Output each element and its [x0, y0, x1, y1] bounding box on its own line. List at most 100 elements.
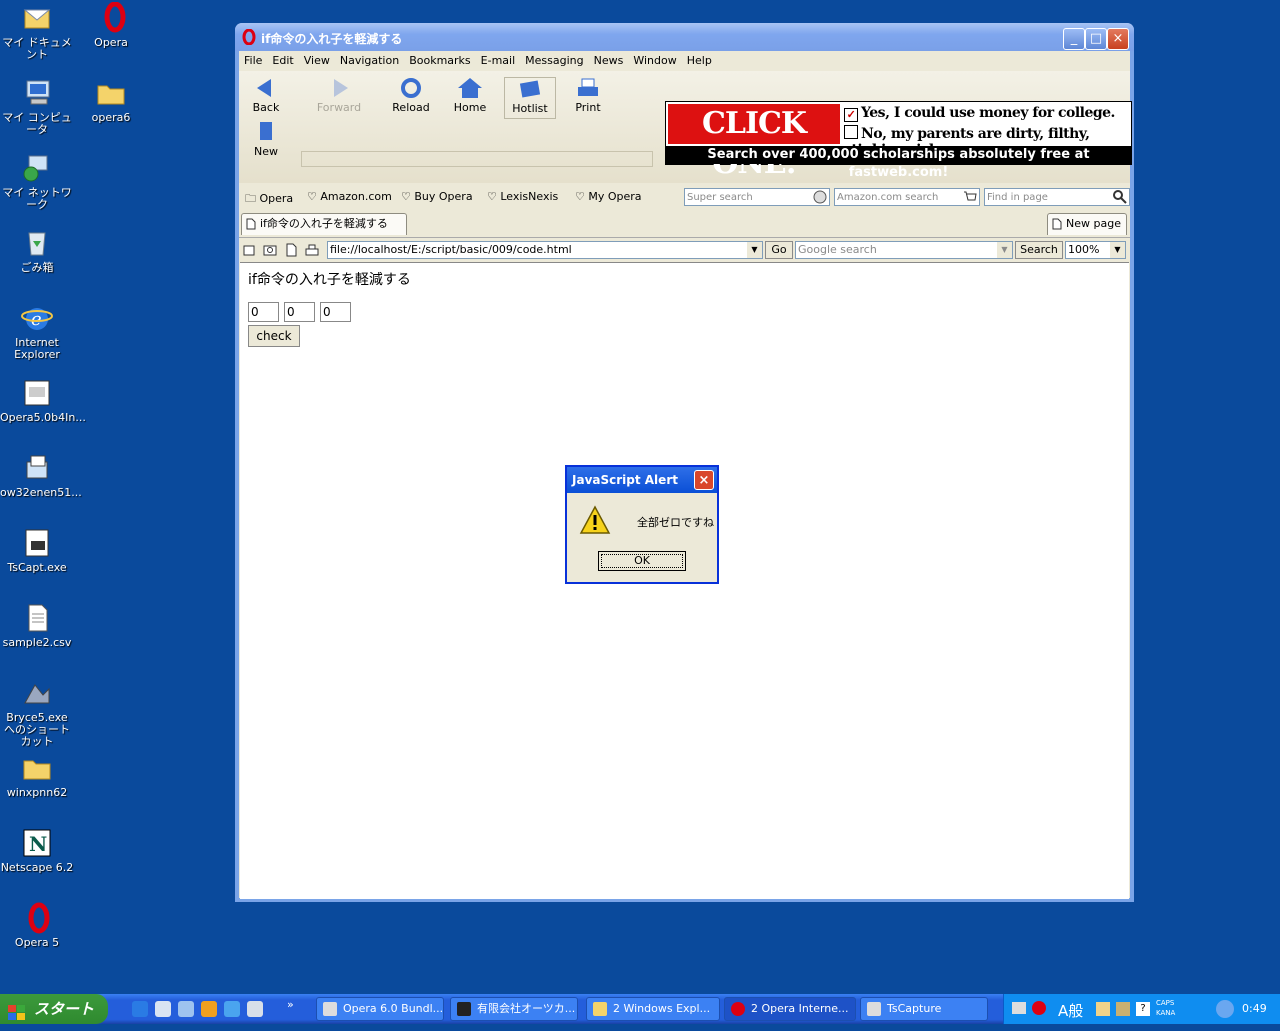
- ime-tool-icon[interactable]: [1096, 1002, 1110, 1016]
- quick-launch-expand-icon[interactable]: »: [287, 998, 294, 1011]
- print-button[interactable]: Print: [563, 77, 613, 114]
- zoom-select[interactable]: 100% ▼: [1065, 241, 1126, 259]
- amazon-search-input[interactable]: Amazon.com search: [834, 188, 980, 206]
- forward-button[interactable]: Forward: [314, 77, 364, 114]
- number-input-2[interactable]: [284, 302, 315, 322]
- menu-bookmarks[interactable]: Bookmarks: [404, 51, 475, 70]
- opera6-folder-icon[interactable]: opera6: [74, 77, 148, 124]
- sample-csv-icon[interactable]: sample2.csv: [0, 602, 74, 649]
- ie-logo-icon: e: [21, 302, 53, 334]
- close-button[interactable]: ×: [1107, 28, 1129, 50]
- task-windows-explorer[interactable]: 2 Windows Expl...: [586, 997, 720, 1021]
- menu-news[interactable]: News: [589, 51, 629, 70]
- my-network-icon[interactable]: マイ ネットワーク: [0, 152, 74, 211]
- link-opera[interactable]: 🗀 Opera: [245, 190, 293, 209]
- menu-help[interactable]: Help: [682, 51, 717, 70]
- quick-launch-app-icon[interactable]: [224, 1001, 240, 1017]
- task-opera-bundle[interactable]: Opera 6.0 Bundl...: [316, 997, 444, 1021]
- tscapture-icon: [867, 1002, 881, 1016]
- recycle-bin-icon[interactable]: ごみ箱: [0, 227, 74, 274]
- menu-edit[interactable]: Edit: [267, 51, 298, 70]
- my-computer-icon[interactable]: マイ コンピュータ: [0, 77, 74, 136]
- menu-view[interactable]: View: [299, 51, 335, 70]
- advertisement-banner[interactable]: CLICK ONE: ✓Yes, I could use money for c…: [665, 101, 1132, 181]
- tab-current[interactable]: if命令の入れ子を軽減する: [241, 213, 407, 235]
- window-titlebar[interactable]: if命令の入れ子を軽減する _ □ ×: [235, 23, 1134, 51]
- check-button[interactable]: check: [248, 325, 300, 347]
- javascript-alert-dialog: JavaScript Alert × 全部ゼロですね OK: [565, 465, 719, 584]
- minimize-button[interactable]: _: [1063, 28, 1085, 50]
- task-otsuka[interactable]: 有限会社オーツカ...: [450, 997, 578, 1021]
- link-buy-opera[interactable]: ♡ Buy Opera: [401, 190, 473, 203]
- opera-installer-icon[interactable]: Opera5.0b4In...: [0, 377, 86, 424]
- ad-option-yes-label: Yes, I could use money for college.: [861, 105, 1115, 121]
- reload-label: Reload: [392, 101, 430, 114]
- camera-icon[interactable]: [263, 243, 277, 260]
- number-input-1[interactable]: [248, 302, 279, 322]
- link-my-opera[interactable]: ♡ My Opera: [575, 190, 642, 203]
- chevron-down-icon[interactable]: ▼: [747, 242, 762, 258]
- help-icon[interactable]: ?: [1136, 1002, 1150, 1016]
- quick-launch-network-icon[interactable]: [178, 1001, 194, 1017]
- magnifier-icon: [1113, 190, 1127, 204]
- google-search-input[interactable]: Google search ▼: [795, 241, 1013, 259]
- tscapt-icon[interactable]: TsCapt.exe: [0, 527, 74, 574]
- maximize-button[interactable]: □: [1085, 28, 1107, 50]
- new-page-tab[interactable]: New page: [1047, 213, 1127, 235]
- menu-navigation[interactable]: Navigation: [335, 51, 404, 70]
- back-button[interactable]: Back: [241, 77, 291, 114]
- quick-launch-media-icon[interactable]: [201, 1001, 217, 1017]
- url-value: file://localhost/E:/script/basic/009/cod…: [330, 243, 572, 256]
- search-button[interactable]: Search: [1015, 241, 1063, 259]
- quick-launch-ie-icon[interactable]: [132, 1001, 148, 1017]
- bryce-shortcut-icon[interactable]: Bryce5.exe へのショートカット: [0, 677, 74, 748]
- address-bar: file://localhost/E:/script/basic/009/cod…: [239, 237, 1130, 262]
- task-opera-internet[interactable]: 2 Opera Interne...: [724, 997, 856, 1021]
- reload-icon: [398, 77, 424, 99]
- ime-dict-icon[interactable]: [1116, 1002, 1130, 1016]
- kana-indicator: KANA: [1156, 1009, 1176, 1017]
- link-amazon[interactable]: ♡ Amazon.com: [307, 190, 392, 203]
- internet-explorer-icon[interactable]: e Internet Explorer: [0, 302, 74, 361]
- chevron-down-icon[interactable]: ▼: [997, 242, 1012, 258]
- alert-message: 全部ゼロですね: [637, 516, 714, 529]
- opera5-icon[interactable]: Opera 5: [0, 902, 74, 949]
- keyboard-icon[interactable]: [1012, 1002, 1026, 1014]
- new-button[interactable]: New: [241, 121, 291, 158]
- ok-button[interactable]: OK: [598, 551, 686, 571]
- my-documents-icon[interactable]: マイ ドキュメント: [0, 2, 74, 61]
- opera-tray-icon[interactable]: [1032, 1001, 1046, 1015]
- url-input[interactable]: file://localhost/E:/script/basic/009/cod…: [327, 241, 763, 259]
- amazon-search-placeholder: Amazon.com search: [837, 192, 939, 203]
- alert-close-button[interactable]: ×: [694, 470, 714, 490]
- winxpnn62-folder-icon[interactable]: winxpnn62: [0, 752, 74, 799]
- home-button[interactable]: Home: [445, 77, 495, 114]
- hotlist-button[interactable]: Hotlist: [504, 77, 556, 119]
- menu-messaging[interactable]: Messaging: [520, 51, 588, 70]
- menu-window[interactable]: Window: [628, 51, 681, 70]
- menu-email[interactable]: E-mail: [476, 51, 521, 70]
- start-button[interactable]: スタート: [0, 994, 108, 1024]
- chevron-down-icon[interactable]: ▼: [1110, 242, 1125, 258]
- tray-expand-icon[interactable]: [1216, 1000, 1234, 1018]
- netscape-icon[interactable]: N Netscape 6.2: [0, 827, 74, 874]
- installer-icon: [21, 377, 53, 409]
- ad-option-yes[interactable]: ✓ Yes, I could use money for college.: [844, 105, 1115, 122]
- opera-installer-icon: [323, 1002, 337, 1016]
- quick-launch-shield-icon[interactable]: [247, 1001, 263, 1017]
- reload-button[interactable]: Reload: [386, 77, 436, 114]
- ime-mode[interactable]: A般: [1058, 1000, 1083, 1021]
- super-search-input[interactable]: Super search: [684, 188, 830, 206]
- window-menu-icon[interactable]: [243, 243, 257, 260]
- task-tscapture[interactable]: TsCapture: [860, 997, 988, 1021]
- go-button[interactable]: Go: [765, 241, 793, 259]
- ow32-installer-icon[interactable]: ow32enen51...: [0, 452, 82, 499]
- number-input-3[interactable]: [320, 302, 351, 322]
- menu-file[interactable]: File: [239, 51, 267, 70]
- link-lexisnexis[interactable]: ♡ LexisNexis: [487, 190, 558, 203]
- opera-shortcut-icon[interactable]: Opera: [74, 1, 148, 49]
- print-small-icon[interactable]: [305, 243, 319, 260]
- find-in-page-input[interactable]: Find in page: [984, 188, 1130, 206]
- quick-launch-desktop-icon[interactable]: [155, 1001, 171, 1017]
- page-info-icon[interactable]: [285, 243, 299, 260]
